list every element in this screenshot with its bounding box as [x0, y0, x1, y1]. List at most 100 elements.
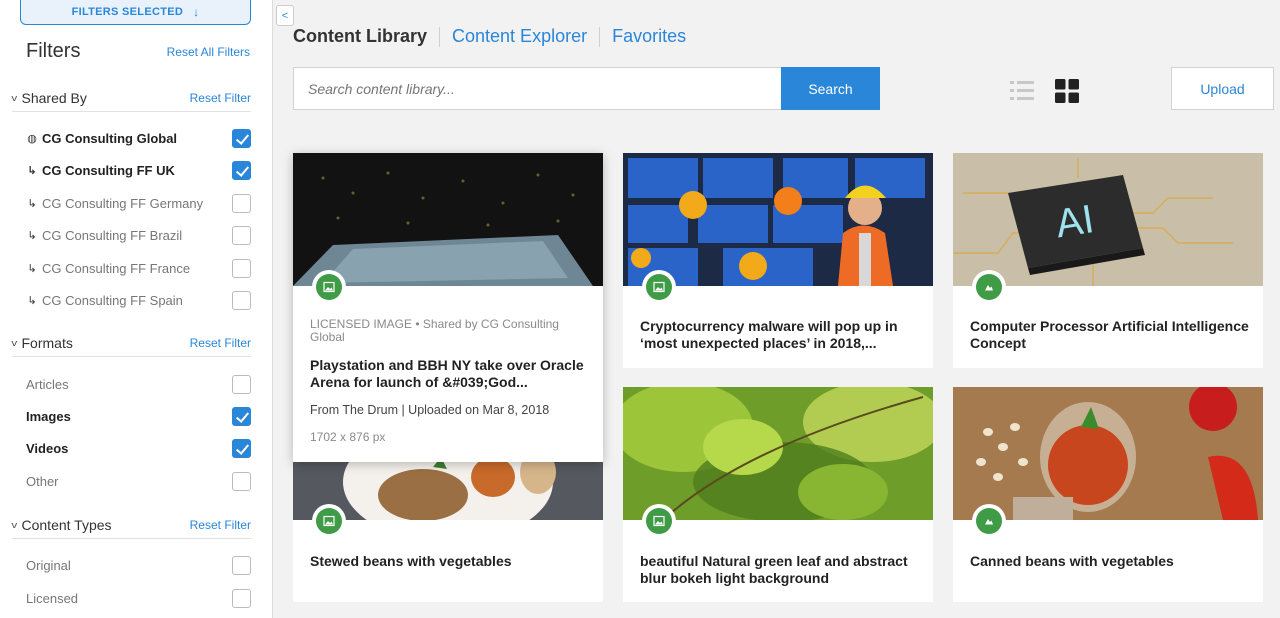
content-card[interactable]: AI Computer Processor Artificial Intelli…: [953, 153, 1263, 368]
checkbox[interactable]: [232, 555, 251, 575]
card-title: Playstation and BBH NY take over Oracle …: [310, 357, 584, 390]
checkbox[interactable]: [232, 225, 251, 245]
filter-label: Original: [26, 557, 71, 573]
content-card[interactable]: beautiful Natural green leaf and abstrac…: [623, 387, 933, 602]
checkbox[interactable]: [232, 374, 251, 394]
content-types-reset-link[interactable]: Reset Filter: [190, 518, 251, 532]
tab-content-library[interactable]: Content Library: [293, 26, 427, 47]
checkbox[interactable]: [232, 588, 251, 608]
shared-by-group-header[interactable]: v Shared By Reset Filter: [11, 88, 251, 112]
filter-label: CG Consulting FF France: [42, 260, 191, 276]
checkbox[interactable]: [232, 438, 251, 458]
card-license-line: LICENSED IMAGE • Shared by CG Consulting…: [310, 317, 559, 344]
filter-row-cg-uk[interactable]: ↳ CG Consulting FF UK: [26, 159, 251, 181]
upload-button[interactable]: Upload: [1171, 67, 1274, 110]
card-thumbnail: [623, 387, 933, 520]
image-icon: [653, 515, 665, 527]
filter-label: CG Consulting FF Brazil: [42, 227, 183, 243]
filter-label: Videos: [26, 440, 69, 456]
chevron-left-icon: <: [281, 9, 289, 22]
reset-all-filters-link[interactable]: Reset All Filters: [167, 45, 250, 59]
image-type-badge: [972, 270, 1006, 304]
filter-label: Other: [26, 473, 59, 489]
image-type-badge: [642, 270, 676, 304]
filter-row-cg-france[interactable]: ↳ CG Consulting FF France: [26, 257, 251, 279]
content-types-label: Content Types: [21, 516, 112, 533]
image-type-badge: [972, 504, 1006, 538]
filter-label: Articles: [26, 376, 69, 392]
filter-row-videos[interactable]: Videos: [26, 437, 251, 459]
filters-title: Filters: [26, 40, 81, 62]
image-icon: [653, 281, 665, 293]
image-icon: [323, 515, 335, 527]
search-button[interactable]: Search: [781, 67, 880, 110]
filter-row-articles[interactable]: Articles: [26, 373, 251, 395]
checkbox[interactable]: [232, 193, 251, 213]
grid-view-icon[interactable]: [1055, 79, 1079, 103]
card-title: Cryptocurrency malware will pop up in ‘m…: [640, 318, 898, 351]
checkbox[interactable]: [232, 290, 251, 310]
child-arrow-icon: ↳: [27, 229, 37, 242]
shared-by-reset-link[interactable]: Reset Filter: [190, 91, 251, 105]
filter-row-cg-spain[interactable]: ↳ CG Consulting FF Spain: [26, 289, 251, 311]
content-card[interactable]: Canned beans with vegetables: [953, 387, 1263, 602]
card-thumbnail: AI: [953, 153, 1263, 286]
image-type-badge: [312, 504, 346, 538]
filter-row-other[interactable]: Other: [26, 470, 251, 492]
card-title: Stewed beans with vegetables: [310, 553, 512, 569]
filter-label: CG Consulting FF Germany: [42, 195, 204, 211]
content-types-group-header[interactable]: v Content Types Reset Filter: [11, 515, 251, 539]
child-arrow-icon: ↳: [27, 197, 37, 210]
shared-by-label: Shared By: [21, 89, 87, 106]
arrow-down-icon: ↓: [193, 5, 200, 19]
filter-row-images[interactable]: Images: [26, 405, 251, 427]
filter-label: CG Consulting FF UK: [42, 162, 175, 178]
child-arrow-icon: ↳: [27, 262, 37, 275]
filter-row-cg-global[interactable]: ◍ CG Consulting Global: [26, 127, 251, 149]
checkbox[interactable]: [232, 406, 251, 426]
list-view-icon[interactable]: [1010, 80, 1034, 102]
content-card[interactable]: Cryptocurrency malware will pop up in ‘m…: [623, 153, 933, 368]
collapse-sidebar-button[interactable]: <: [276, 5, 294, 26]
checkbox[interactable]: [232, 160, 251, 180]
card-title: Computer Processor Artificial Intelligen…: [970, 318, 1249, 351]
image-icon: [323, 281, 335, 293]
checkbox[interactable]: [232, 471, 251, 491]
checkbox[interactable]: [232, 128, 251, 148]
card-thumbnail: [953, 387, 1263, 520]
filters-sidebar: FILTERS SELECTED ↓ Filters Reset All Fil…: [0, 0, 273, 618]
filter-row-original[interactable]: Original: [26, 554, 251, 576]
filter-row-licensed[interactable]: Licensed: [26, 587, 251, 609]
formats-group-header[interactable]: v Formats Reset Filter: [11, 333, 251, 357]
tab-divider: [599, 26, 601, 47]
chevron-down-icon: v: [11, 519, 18, 530]
globe-icon: ◍: [27, 132, 37, 145]
tab-favorites[interactable]: Favorites: [612, 26, 686, 47]
filter-row-cg-brazil[interactable]: ↳ CG Consulting FF Brazil: [26, 224, 251, 246]
formats-label: Formats: [21, 334, 73, 351]
child-arrow-icon: ↳: [27, 294, 37, 307]
filter-label: Images: [26, 408, 71, 424]
card-title: beautiful Natural green leaf and abstrac…: [640, 553, 908, 586]
content-tabs: Content Library Content Explorer Favorit…: [293, 26, 686, 47]
card-source-line: From The Drum | Uploaded on Mar 8, 2018: [310, 403, 550, 417]
filter-row-cg-germany[interactable]: ↳ CG Consulting FF Germany: [26, 192, 251, 214]
tab-divider: [439, 26, 441, 47]
card-title: Canned beans with vegetables: [970, 553, 1174, 569]
filter-label: CG Consulting Global: [42, 130, 178, 146]
image-type-badge: [642, 504, 676, 538]
filters-selected-button[interactable]: FILTERS SELECTED ↓: [20, 0, 251, 25]
search-input[interactable]: [293, 67, 782, 110]
card-dimensions: 1702 x 876 px: [310, 430, 386, 444]
card-thumbnail: [623, 153, 933, 286]
checkbox[interactable]: [232, 258, 251, 278]
image-type-badge: [312, 270, 346, 304]
tab-content-explorer[interactable]: Content Explorer: [452, 26, 587, 47]
child-arrow-icon: ↳: [27, 164, 37, 177]
formats-reset-link[interactable]: Reset Filter: [190, 336, 251, 350]
chevron-down-icon: v: [11, 92, 18, 103]
filter-label: Licensed: [26, 590, 79, 606]
card-thumbnail: [293, 153, 603, 286]
content-card-expanded[interactable]: LICENSED IMAGE • Shared by CG Consulting…: [293, 153, 603, 462]
filters-selected-label: FILTERS SELECTED: [71, 6, 184, 18]
